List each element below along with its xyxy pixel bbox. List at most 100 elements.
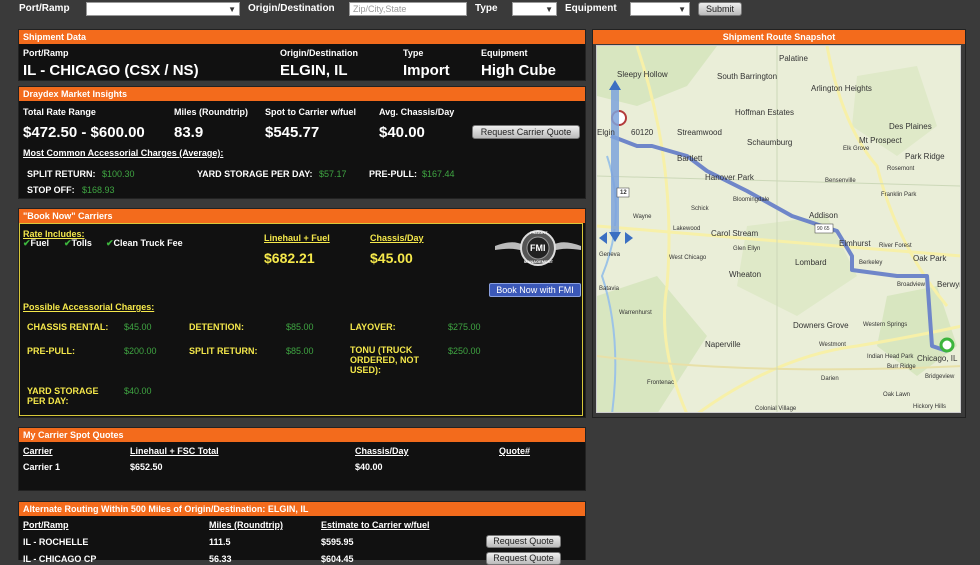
tonu-label: TONU (TRUCK ORDERED, NOT USED): [350,345,420,375]
split-return-book-label: SPLIT RETURN: [189,346,258,356]
check-icon: ✔ [64,238,72,248]
map-label: Western Springs [863,322,908,328]
map-label: Geneva [599,252,621,258]
detention-value: $85.00 [286,322,314,332]
linehaul-fsc-cell: $652.50 [130,462,163,472]
include-tolls: ✔Tolls [64,238,92,249]
map-label: Sleepy Hollow [617,70,668,79]
alt-port-cell: IL - ROCHELLE [23,537,89,547]
map-label: Carol Stream [711,229,759,238]
type-col-label: Type [403,48,424,58]
type-label: Type [475,3,498,14]
origin-destination-input[interactable]: Zip/City,State [349,2,467,16]
alt-estimate-cell: $604.45 [321,554,354,564]
check-icon: ✔ [23,238,31,248]
route-map[interactable]: 12 90 65 Palatine Sleepy Hollow South Ba… [596,45,961,413]
book-now-fmi-button[interactable]: Book Now with FMI [489,283,581,297]
spot-label: Spot to Carrier w/fuel [265,107,357,117]
map-label: Darien [821,376,839,382]
split-return-value: $100.30 [102,169,135,179]
submit-button[interactable]: Submit [698,2,742,16]
map-label: West Chicago [669,255,707,261]
pre-pull-label: PRE-PULL: [369,169,417,179]
map-label: Warrenhurst [619,310,652,316]
miles-label: Miles (Roundtrip) [174,107,248,117]
equipment-col-label: Equipment [481,48,528,58]
origin-destination-col-label: Origin/Destination [280,48,359,58]
spot-quotes-header: My Carrier Spot Quotes [19,428,585,442]
include-clean-truck-fee: ✔Clean Truck Fee [106,238,183,249]
port-ramp-select[interactable]: ▼ [86,2,240,16]
fmi-logo-bottom-text: MANAGEMENT [524,259,554,264]
fmi-logo-mid-text: FMI [530,243,546,253]
chassis-day-value: $45.00 [370,250,413,266]
split-return-label: SPLIT RETURN: [27,169,96,179]
spot-value: $545.77 [265,124,320,141]
chassis-day-cell: $40.00 [355,462,383,472]
chassis-rental-label: CHASSIS RENTAL: [27,322,109,332]
equipment-select[interactable]: ▼ [630,2,690,16]
chassis-rental-value: $45.00 [124,322,152,332]
book-now-header: "Book Now" Carriers [19,209,585,223]
filter-bar: Port/Ramp ▼ Origin/Destination Zip/City,… [0,0,980,20]
type-select[interactable]: ▼ [512,2,557,16]
map-label: Bartlett [677,154,703,163]
map-label: Wayne [633,214,652,220]
alt-port-cell: IL - CHICAGO CP [23,554,97,564]
split-return-book-value: $85.00 [286,346,314,356]
map-label: Colonial Village [755,406,797,412]
map-label: Mt Prospect [859,136,902,145]
fmi-logo: FREIGHT FMI MANAGEMENT [493,229,583,267]
chassis-value: $40.00 [379,124,425,141]
layover-label: LAYOVER: [350,322,396,332]
chassis-day-label: Chassis/Day [370,233,424,243]
map-label: Hickory Hills [913,404,946,410]
alt-estimate-cell: $595.95 [321,537,354,547]
stop-off-label: STOP OFF: [27,185,75,195]
route-snapshot-header: Shipment Route Snapshot [593,30,965,44]
map-label: Oak Park [913,254,947,263]
possible-accessorial-title: Possible Accessorial Charges: [23,302,155,312]
carrier-cell: Carrier 1 [23,462,61,472]
chassis-label: Avg. Chassis/Day [379,107,455,117]
linehaul-fuel-value: $682.21 [264,250,315,266]
request-quote-button[interactable]: Request Quote [486,535,561,548]
alternate-routing-header: Alternate Routing Within 500 Miles of Or… [19,502,585,516]
map-label: Palatine [779,54,808,63]
yard-storage-label: YARD STORAGE PER DAY: [197,169,313,179]
map-label: Burr Ridge [887,364,916,370]
map-label: Bensenville [825,178,856,184]
chevron-down-icon: ▼ [678,5,686,14]
map-label: Chicago, IL [917,354,958,363]
request-quote-button[interactable]: Request Quote [486,552,561,565]
map-label: Berkeley [859,260,883,266]
alternate-routing-panel: Alternate Routing Within 500 Miles of Or… [18,501,586,565]
total-rate-value: $472.50 - $600.00 [23,124,145,141]
pre-pull-book-label: PRE-PULL: [27,346,75,356]
map-label: Addison [809,211,838,220]
map-label: Westmont [819,342,846,348]
map-label: Des Plaines [889,122,932,131]
map-label: Bridgeview [925,374,955,380]
book-now-panel: "Book Now" Carriers Rate Includes: ✔Fuel… [18,208,586,418]
map-label: Streamwood [677,128,722,137]
shipment-data-panel: Shipment Data Port/Ramp Origin/Destinati… [18,29,586,81]
type-value: Import [403,62,450,79]
miles-value: 83.9 [174,124,204,141]
include-fuel-label: Fuel [30,238,50,248]
map-label: Bloomingdale [733,197,770,203]
pre-pull-value: $167.44 [422,169,455,179]
map-label: Elgin [597,128,615,137]
chassis-day-col: Chassis/Day [355,446,409,456]
shipment-data-header: Shipment Data [19,30,585,44]
yard-storage-book-value: $40.00 [124,386,152,396]
map-label: Oak Lawn [883,392,911,398]
route-9065-shield: 90 65 [817,226,830,232]
map-label: South Barrington [717,72,778,81]
include-fuel: ✔Fuel [23,238,49,249]
map-label: Frontenac [647,380,675,386]
map-label: Broadview [897,282,926,288]
map-label: Downers Grove [793,321,849,330]
request-carrier-quote-button[interactable]: Request Carrier Quote [472,125,580,139]
alt-estimate-col: Estimate to Carrier w/fuel [321,520,430,530]
